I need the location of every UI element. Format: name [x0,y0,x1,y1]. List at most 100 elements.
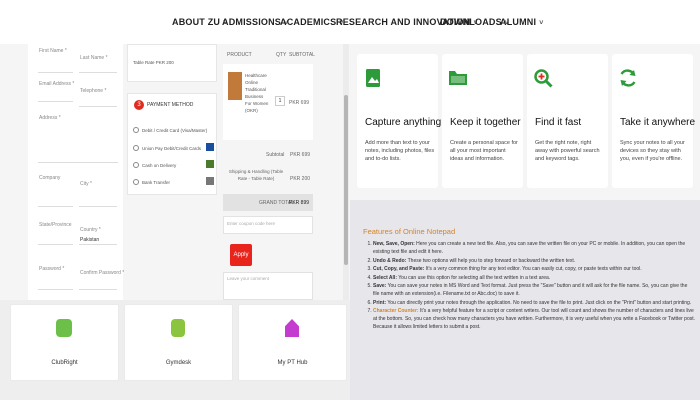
feature-title: Find it fast [535,117,582,128]
radio-cod[interactable] [133,162,139,168]
city-field[interactable] [79,206,117,207]
item-text: It's a very helpful feature for a script… [373,308,695,330]
item-heading: Save: [373,283,387,289]
logo-name: My PT Hub [277,360,308,366]
logo-card-clubright[interactable]: ClubRight [10,304,119,381]
chevron-down-icon: ˅ [539,20,544,27]
product-name: Healthcare Online Traditional Business F… [245,73,269,113]
logo-card-gymdesk[interactable]: Gymdesk [124,304,233,381]
item-heading: Cut, Copy, and Paste: [373,266,425,272]
nav-label: ABOUT ZU [172,17,221,27]
item-heading: New, Save, Open: [373,241,415,247]
bookmark-picture-icon [366,69,380,87]
nav-label: ACADEMICS [280,17,337,27]
item-text: You can directly print your notes throug… [386,299,692,306]
nav-alumni[interactable]: ALUMNI ˅ [500,17,544,27]
nav-label: DOWNLOADS [440,17,502,27]
nav-about[interactable]: ABOUT ZU ˅ [172,17,227,27]
feature-title: Take it anywhere [620,117,696,128]
country-label: Country * [80,227,101,233]
payment-option-label: Union Pay Debit/Credit Cards [142,146,202,151]
nav-label: ALUMNI [500,17,537,27]
payment-method-title: PAYMENT METHOD [147,102,194,108]
feature-desc: Sync your notes to all your devices so t… [620,140,685,162]
list-item: Cut, Copy, and Paste: It's a very common… [373,265,695,273]
step-badge: 3 [134,100,144,110]
password-label: Password * [39,266,65,272]
nav-academics[interactable]: ACADEMICS ˅ [280,17,344,27]
feature-card-find: Find it fast Get the right note, right a… [527,54,608,188]
email-field[interactable] [38,101,73,102]
email-label: Email Address * [39,81,75,87]
payment-option-label: Bank Transfer [142,180,171,185]
list-item: Undo & Redo: These two options will help… [373,257,695,265]
subtotal-header: SUBTOTAL [289,52,315,58]
myptHub-logo-icon [285,319,299,337]
radio-unionpay[interactable] [133,145,139,151]
quantity-stepper[interactable]: 1 [275,96,285,106]
unionpay-icon [206,143,214,151]
comment-textarea[interactable]: Leave your comment [223,272,313,300]
confirm-password-label: Confirm Password * [80,270,125,276]
first-name-label: First Name * [39,48,67,54]
apply-button[interactable]: Apply [230,244,252,266]
telephone-label: Telephone * [80,88,107,94]
state-field[interactable] [38,244,73,245]
item-text: It's a very common thing for any text ed… [424,266,642,272]
search-plus-icon [534,69,553,88]
scrollbar-thumb[interactable] [344,95,348,265]
nav-admissions[interactable]: ADMISSIONS ˅ [222,17,288,27]
list-item: Character Counter: It's a very helpful f… [373,307,695,331]
feature-desc: Get the right note, right away with powe… [535,140,600,162]
product-price: PKR 699 [289,100,310,106]
country-select[interactable]: Pakistan [80,237,99,243]
item-heading: Select All: [373,274,397,281]
payment-method-box: 3 PAYMENT METHOD Debit / Credit Card (Vi… [127,93,217,195]
table-rate-option[interactable]: Table Rate PKR 200 [133,60,174,65]
last-name-field[interactable] [79,72,117,73]
first-name-field[interactable] [38,72,73,73]
grand-total-value: PKR 899 [289,200,310,206]
country-underline [79,244,117,245]
logo-name: Gymdesk [165,360,192,366]
last-name-label: Last Name * [80,55,108,61]
payment-option-label: Cash on Delivery [142,163,177,168]
company-field[interactable] [38,206,73,207]
subtotal-label: Subtotal [266,152,285,158]
feature-card-keep: Keep it together Create a personal space… [442,54,523,188]
radio-bank[interactable] [133,179,139,185]
shipping-label: Shipping & Handling (Table Rate - Table … [228,169,284,181]
list-item: Select All: You can use this option for … [373,274,695,282]
city-label: City * [80,181,92,187]
list-item: New, Save, Open: Here you can create a n… [373,240,695,256]
nav-label: ADMISSIONS [222,17,282,27]
billing-form: First Name * Last Name * Email Address *… [28,44,125,300]
password-field[interactable] [38,289,73,290]
subtotal-value: PKR 699 [290,152,311,158]
address-label: Address * [39,115,61,121]
list-item: Save: You can save your notes in MS Word… [373,282,695,298]
item-heading: Print: [373,299,387,306]
product-thumbnail [228,72,242,100]
nav-downloads[interactable]: DOWNLOADS ˅ [440,17,509,27]
coupon-input-box[interactable]: Enter coupon code here [223,216,313,234]
logo-card-myptHub[interactable]: My PT Hub [238,304,347,381]
feature-card-capture: Capture anything Add more than text to y… [357,54,442,188]
item-heading: Undo & Redo: [373,257,407,264]
radio-card[interactable] [133,127,139,133]
feature-card-anywhere: Take it anywhere Sync your notes to all … [612,54,696,188]
feature-desc: Create a personal space for all your mos… [450,140,518,162]
item-text: Here you can create a new text file. Als… [373,241,686,255]
shipping-method-box: Table Rate PKR 200 [127,44,217,82]
item-text: You can use this option for selecting al… [397,274,551,281]
gymdesk-logo-icon [171,319,185,337]
telephone-field[interactable] [79,106,117,107]
feature-desc: Add more than text to your notes, includ… [365,140,435,162]
feature-title: Capture anything [365,117,442,128]
shipping-value: PKR 200 [290,176,311,182]
confirm-password-field[interactable] [79,289,117,290]
item-text: You can save your notes in MS Word and T… [373,283,688,297]
company-label: Company [39,175,61,181]
bank-icon [206,177,214,185]
address-field[interactable] [38,162,118,163]
